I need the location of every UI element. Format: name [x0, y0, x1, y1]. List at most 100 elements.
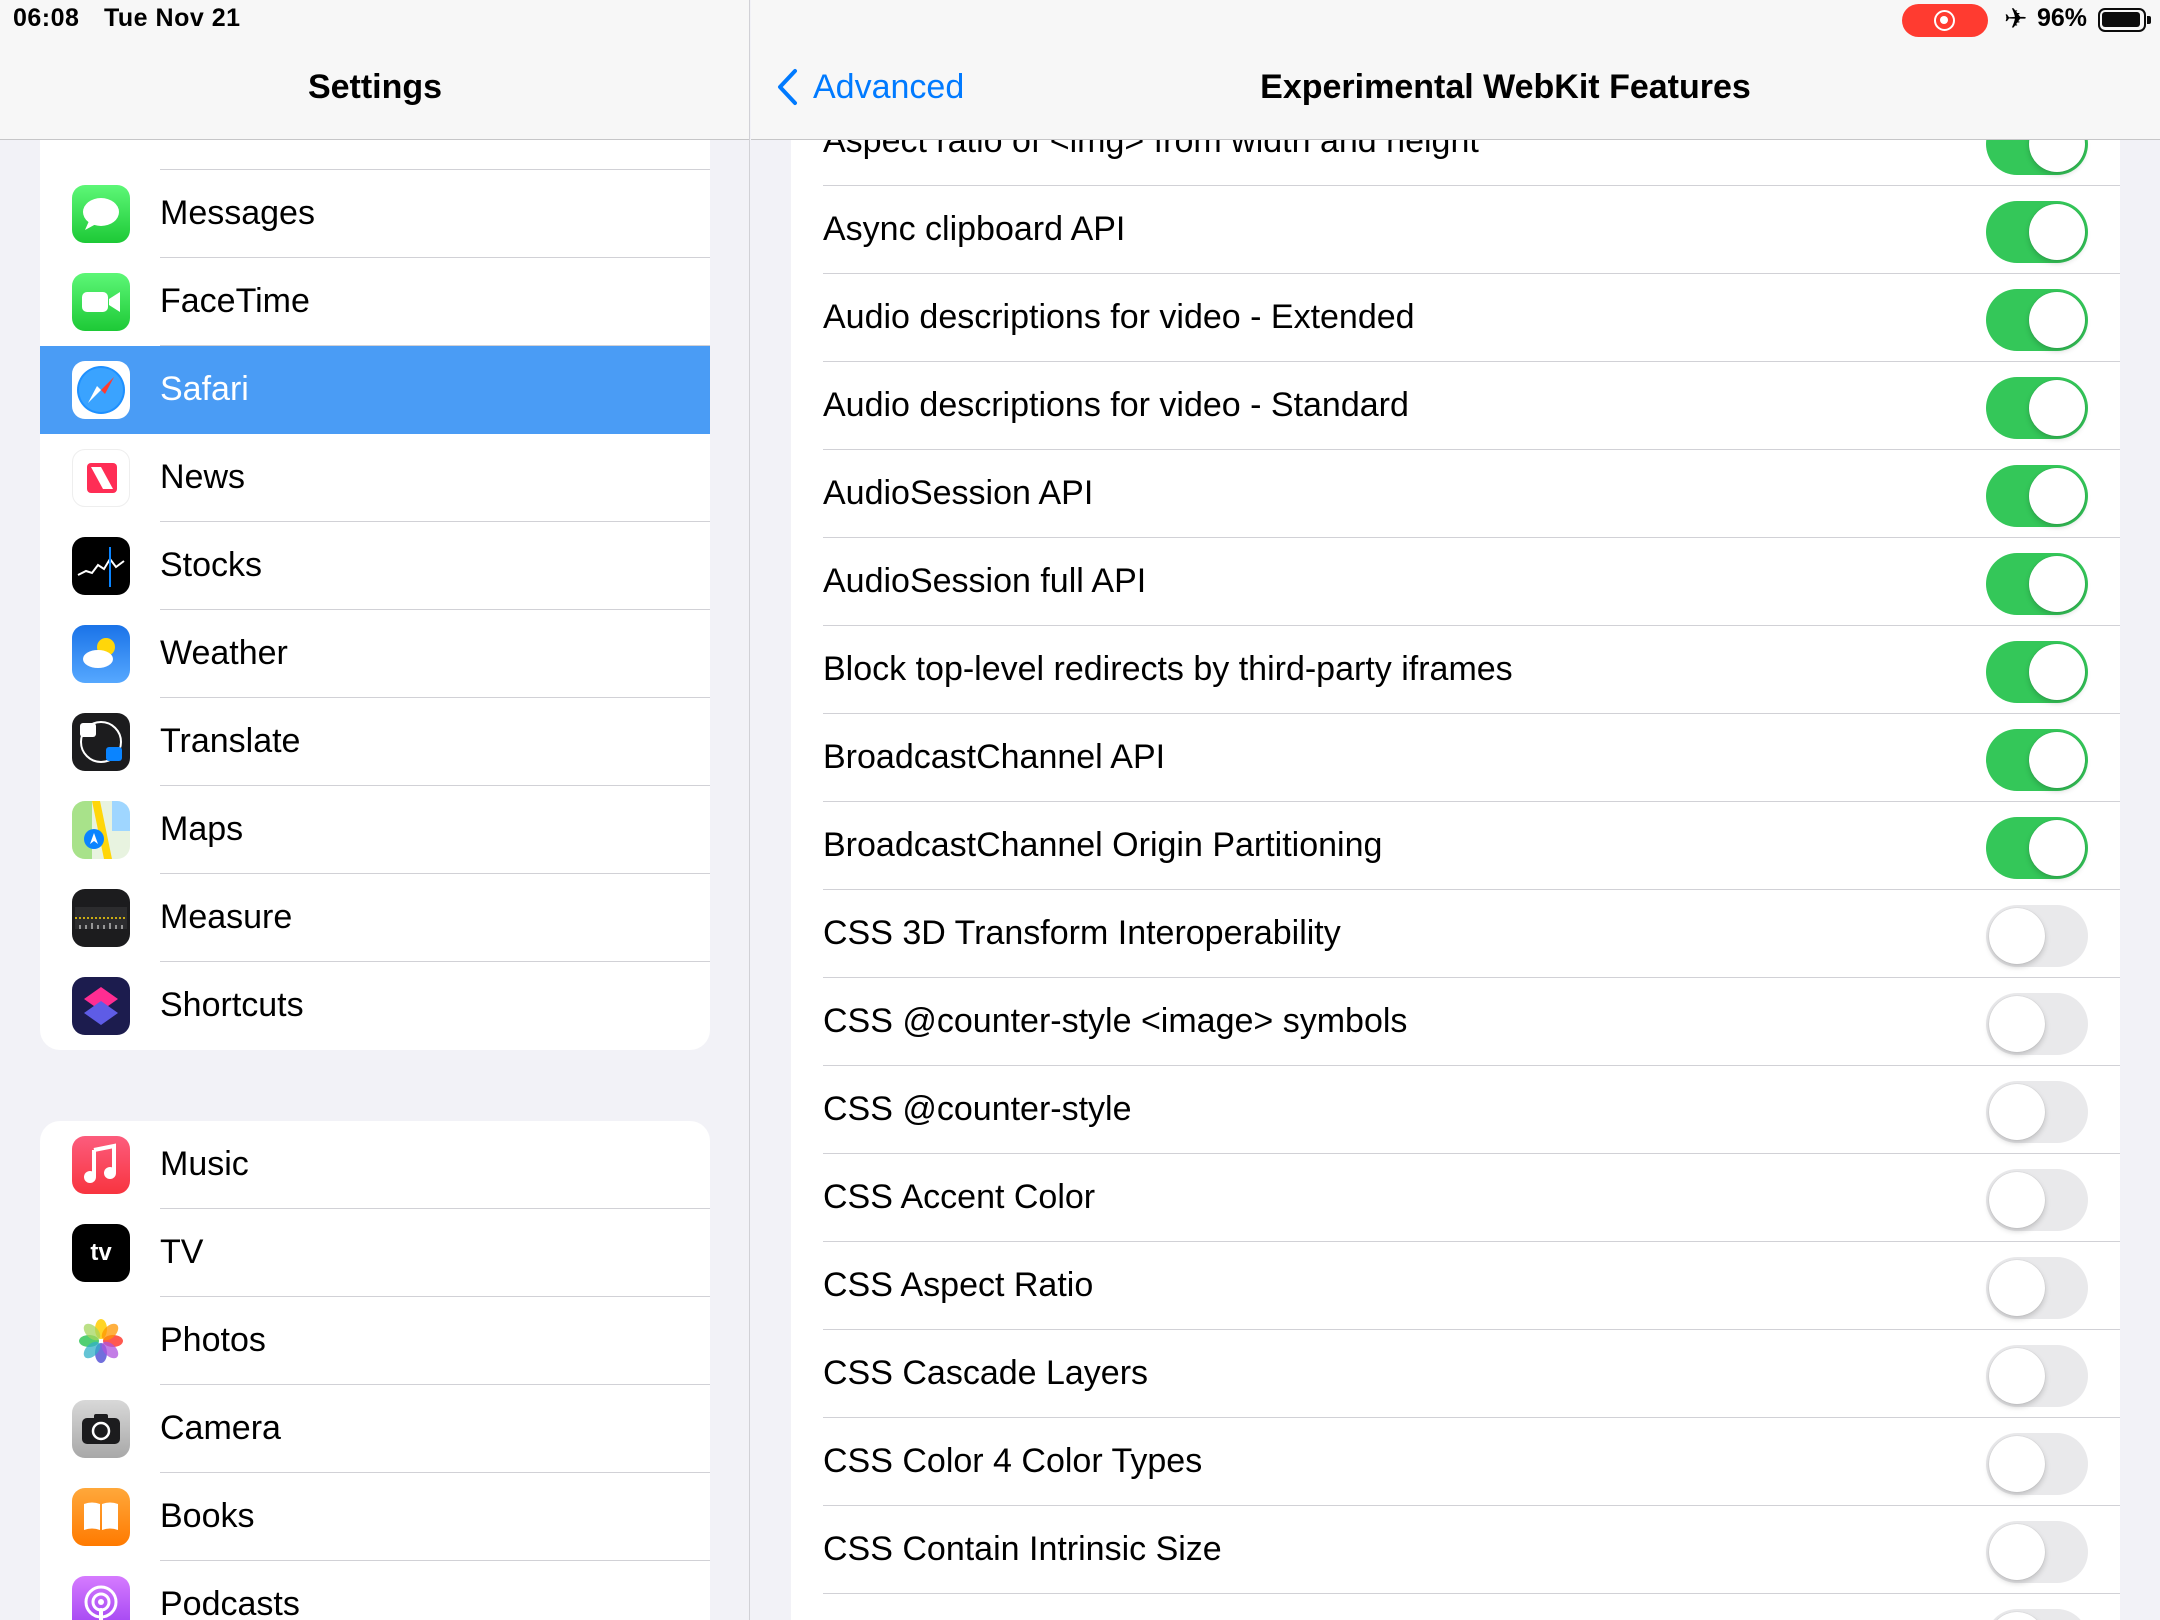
- facetime-icon: [72, 273, 130, 331]
- tv-icon: tv: [72, 1224, 130, 1282]
- sidebar-item-label: Podcasts: [160, 1585, 300, 1620]
- feature-toggle[interactable]: [1986, 1081, 2088, 1143]
- feature-toggle[interactable]: [1986, 1257, 2088, 1319]
- sidebar-item-translate[interactable]: Translate: [40, 698, 710, 786]
- sidebar-item-tv[interactable]: tv TV: [40, 1209, 710, 1297]
- feature-toggle[interactable]: [1986, 377, 2088, 439]
- feature-toggle[interactable]: [1986, 1345, 2088, 1407]
- screen-recording-indicator[interactable]: [1902, 4, 1988, 37]
- sidebar-item-photos[interactable]: Photos: [40, 1297, 710, 1385]
- sidebar-item-label: Messages: [160, 194, 315, 232]
- toggle-knob: [1989, 1260, 2045, 1316]
- feature-toggle[interactable]: [1986, 289, 2088, 351]
- feature-label: CSS 3D Transform Interoperability: [823, 914, 1341, 952]
- status-time: 06:08: [13, 4, 80, 32]
- battery-percentage: 96%: [2037, 4, 2088, 32]
- news-icon: [72, 449, 130, 507]
- measure-icon: [72, 889, 130, 947]
- toggle-knob: [1989, 1084, 2045, 1140]
- feature-toggle[interactable]: [1986, 1521, 2088, 1583]
- sidebar-item-label: Camera: [160, 1409, 281, 1447]
- sidebar-item-camera[interactable]: Camera: [40, 1385, 710, 1473]
- toggle-knob: [2029, 204, 2085, 260]
- sidebar-group-media: Music tv TV Photos Camera Books Podcasts: [40, 1121, 710, 1620]
- feature-toggle[interactable]: [1986, 1433, 2088, 1495]
- feature-toggle[interactable]: [1986, 817, 2088, 879]
- feature-toggle[interactable]: [1986, 905, 2088, 967]
- feature-row: AudioSession API: [791, 450, 2120, 538]
- sidebar-item-books[interactable]: Books: [40, 1473, 710, 1561]
- toggle-knob: [1989, 1524, 2045, 1580]
- sidebar-item-label: TV: [160, 1233, 204, 1271]
- books-icon: [72, 1488, 130, 1546]
- feature-toggle[interactable]: [1986, 641, 2088, 703]
- sidebar-item-label: Photos: [160, 1321, 266, 1359]
- feature-label: Audio descriptions for video - Extended: [823, 298, 1415, 336]
- toggle-knob: [2029, 468, 2085, 524]
- sidebar-item-messages[interactable]: Messages: [40, 170, 710, 258]
- sidebar-item-label: Measure: [160, 898, 293, 936]
- airplane-mode-icon: ✈: [2004, 3, 2028, 34]
- sidebar-item-label: Weather: [160, 634, 288, 672]
- toggle-knob: [1989, 1348, 2045, 1404]
- sidebar-item-label: Safari: [160, 370, 249, 408]
- status-bar: 06:08 Tue Nov 21 ✈ 96%: [0, 0, 2160, 40]
- sidebar-item-news[interactable]: News: [40, 434, 710, 522]
- toggle-knob: [1989, 1436, 2045, 1492]
- sidebar-item-label: Maps: [160, 810, 244, 848]
- feature-list: Aspect ratio of <img> from width and hei…: [791, 98, 2120, 1620]
- sidebar-item-weather[interactable]: Weather: [40, 610, 710, 698]
- sidebar-item-measure[interactable]: Measure: [40, 874, 710, 962]
- toggle-knob: [1989, 996, 2045, 1052]
- feature-label: Audio descriptions for video - Standard: [823, 386, 1409, 424]
- sidebar-item-stocks[interactable]: Stocks: [40, 522, 710, 610]
- feature-row: CSS Accent Color: [791, 1154, 2120, 1242]
- toggle-knob: [2029, 292, 2085, 348]
- feature-toggle[interactable]: [1986, 1169, 2088, 1231]
- settings-sidebar: Settings Messages FaceTime Safari News S…: [0, 0, 750, 1620]
- toggle-knob: [1989, 908, 2045, 964]
- feature-label: BroadcastChannel Origin Partitioning: [823, 826, 1383, 864]
- feature-row: CSS @counter-style: [791, 1066, 2120, 1154]
- feature-label: CSS Accent Color: [823, 1178, 1096, 1216]
- toggle-knob: [2029, 644, 2085, 700]
- sidebar-item-label: Books: [160, 1497, 255, 1535]
- feature-row: CSS Contain Intrinsic Size: [791, 1506, 2120, 1594]
- sidebar-item-maps[interactable]: Maps: [40, 786, 710, 874]
- safari-icon: [72, 361, 130, 419]
- weather-icon: [72, 625, 130, 683]
- feature-row: CSS 3D Transform Interoperability: [791, 890, 2120, 978]
- sidebar-item-shortcuts[interactable]: Shortcuts: [40, 962, 710, 1050]
- sidebar-item-safari[interactable]: Safari: [40, 346, 710, 434]
- camera-icon: [72, 1400, 130, 1458]
- feature-label: AudioSession full API: [823, 562, 1147, 600]
- feature-toggle[interactable]: [1986, 465, 2088, 527]
- music-icon: [72, 1136, 130, 1194]
- feature-toggle[interactable]: [1986, 553, 2088, 615]
- feature-row: CSS Aspect Ratio: [791, 1242, 2120, 1330]
- feature-label: CSS @counter-style <image> symbols: [823, 1002, 1408, 1040]
- feature-row: Async clipboard API: [791, 186, 2120, 274]
- feature-toggle[interactable]: [1986, 729, 2088, 791]
- feature-row: CSS @counter-style <image> symbols: [791, 978, 2120, 1066]
- toggle-knob: [2029, 732, 2085, 788]
- record-icon: [1934, 10, 1955, 31]
- feature-row: Audio descriptions for video - Extended: [791, 274, 2120, 362]
- feature-label: Async clipboard API: [823, 210, 1126, 248]
- feature-label: CSS Cascade Layers: [823, 1354, 1149, 1392]
- toggle-knob: [2029, 380, 2085, 436]
- status-date: Tue Nov 21: [104, 4, 241, 32]
- toggle-knob: [1989, 1612, 2045, 1620]
- feature-toggle[interactable]: [1986, 201, 2088, 263]
- sidebar-item-podcasts[interactable]: Podcasts: [40, 1561, 710, 1620]
- feature-row: BroadcastChannel Origin Partitioning: [791, 802, 2120, 890]
- feature-toggle[interactable]: [1986, 1609, 2088, 1620]
- translate-icon: [72, 713, 130, 771]
- feature-row: CSS Cascade Layers: [791, 1330, 2120, 1418]
- feature-row: Block top-level redirects by third-party…: [791, 626, 2120, 714]
- feature-toggle[interactable]: [1986, 993, 2088, 1055]
- sidebar-item-facetime[interactable]: FaceTime: [40, 258, 710, 346]
- toggle-knob: [2029, 820, 2085, 876]
- feature-row: BroadcastChannel API: [791, 714, 2120, 802]
- sidebar-item-music[interactable]: Music: [40, 1121, 710, 1209]
